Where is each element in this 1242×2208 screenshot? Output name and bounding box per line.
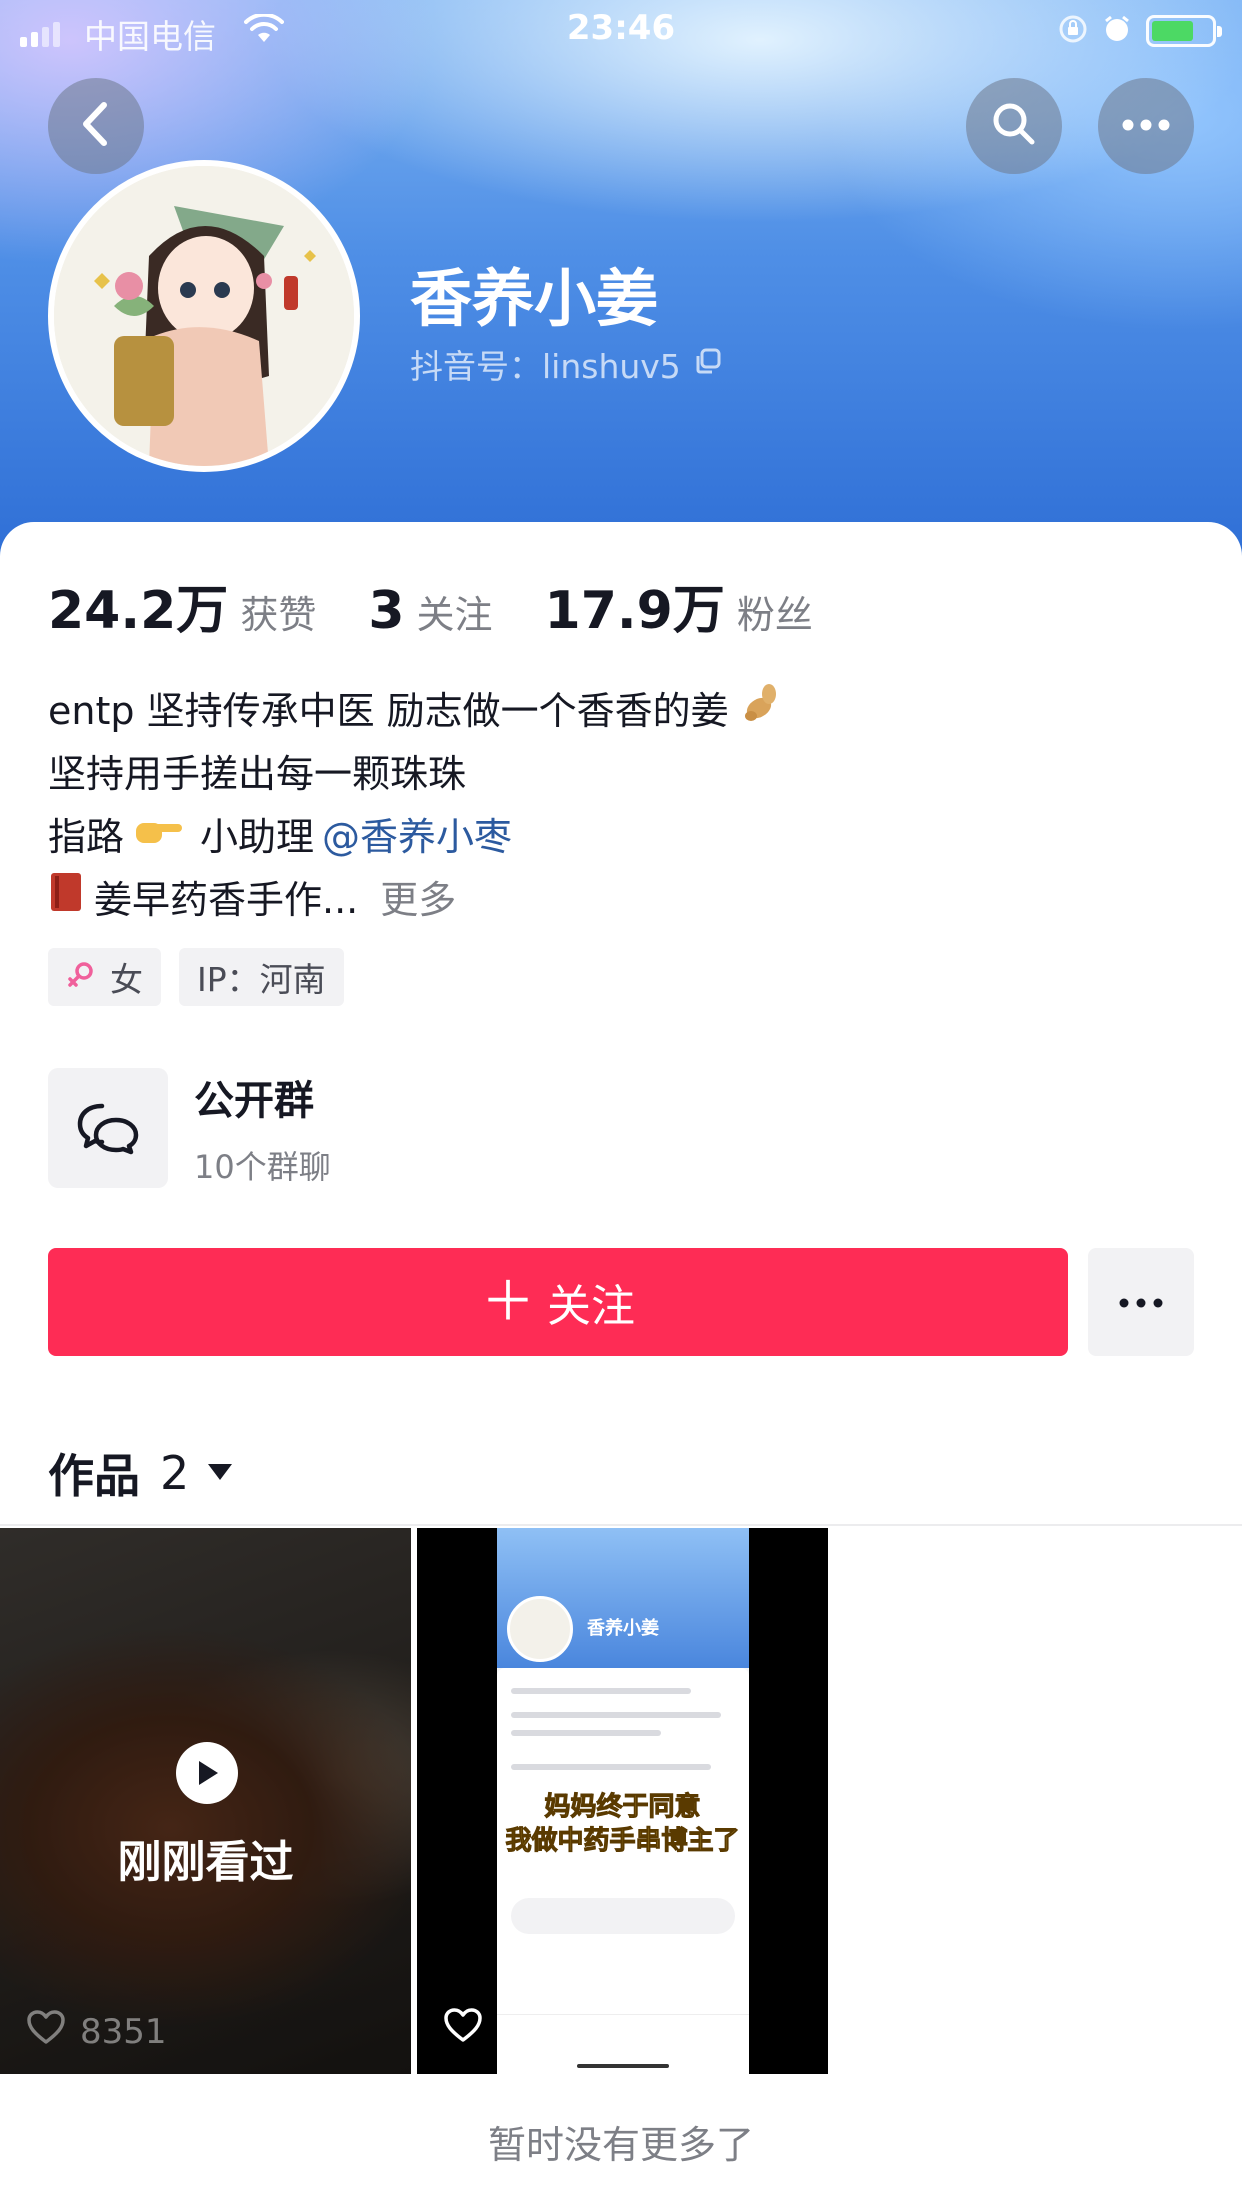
clock-time: 23:46	[566, 8, 676, 48]
stat-likes[interactable]: 24.2万 获赞	[48, 568, 316, 643]
mention-link[interactable]: @香养小枣	[322, 806, 512, 861]
back-button[interactable]	[48, 78, 144, 174]
gender-label: 女	[110, 960, 143, 999]
heart-icon	[443, 2007, 483, 2052]
bio-line: 姜早药香手作... 更多	[48, 865, 1188, 928]
divider	[0, 1524, 1242, 1526]
stat-label: 关注	[416, 593, 493, 637]
bio-text: 指路	[48, 815, 125, 859]
bio-line: 坚持用手搓出每一颗珠珠	[48, 739, 1188, 802]
caret-down-icon	[207, 1458, 233, 1488]
video-thumbnail[interactable]: 香养小姜 妈妈终于同意 我做中药手串博主了 23.4万	[417, 1528, 828, 2074]
gender-tag: 女	[48, 948, 161, 1006]
copy-icon[interactable]	[693, 345, 723, 384]
more-options-button[interactable]	[1098, 78, 1194, 174]
frame-profile-name: 香养小姜	[587, 1618, 659, 1639]
search-icon	[989, 99, 1039, 153]
stat-following[interactable]: 3 关注	[368, 581, 492, 641]
video-likes: 23.4万	[443, 2005, 607, 2054]
bio-text: entp 坚持传承中医 励志做一个香香的姜	[48, 689, 729, 733]
search-button[interactable]	[966, 78, 1062, 174]
more-dots-icon	[1119, 1293, 1163, 1312]
alarm-icon	[1102, 14, 1132, 48]
video-thumbnail[interactable]: 刚刚看过 8351	[0, 1528, 411, 2074]
bio-text: 小助理	[200, 815, 315, 859]
stat-followers[interactable]: 17.9万 粉丝	[545, 568, 813, 643]
public-group-entry[interactable]: 公开群 10个群聊	[48, 1068, 331, 1188]
bio-line: entp 坚持传承中医 励志做一个香香的姜	[48, 676, 1188, 739]
avatar[interactable]	[48, 160, 360, 472]
profile-header: 中国电信 23:46 香养小姜 抖音号：linshuv5	[0, 0, 1242, 560]
bio-line: 指路 小助理 @香养小枣	[48, 802, 1188, 865]
plus-icon: ＋	[481, 1270, 535, 1333]
stat-label: 粉丝	[736, 593, 813, 637]
ginger-icon	[739, 680, 785, 735]
battery-icon	[1146, 15, 1222, 47]
group-title: 公开群	[194, 1078, 314, 1124]
bio-more-link[interactable]: 更多	[380, 869, 456, 924]
heart-icon	[26, 2009, 66, 2054]
chat-bubbles-icon	[48, 1068, 168, 1188]
follow-label: 关注	[547, 1281, 635, 1332]
more-dots-icon	[1121, 117, 1171, 136]
profile-card: 24.2万 获赞 3 关注 17.9万 粉丝 entp 坚持传承中医 励志做一个…	[0, 522, 1242, 2208]
video-likes: 8351	[26, 2009, 167, 2054]
rotation-lock-icon	[1058, 14, 1088, 48]
bio-text: 坚持用手搓出每一颗珠珠	[48, 752, 467, 796]
bio-text: 姜早药香手作...	[94, 878, 359, 922]
chevron-left-icon	[76, 101, 116, 151]
stat-value: 17.9万	[544, 581, 725, 641]
play-icon	[176, 1742, 238, 1804]
stat-value: 24.2万	[48, 581, 229, 641]
douyin-id-text: 抖音号：linshuv5	[410, 347, 681, 386]
caption-line: 妈妈终于同意	[544, 1792, 701, 1823]
book-icon	[48, 871, 84, 922]
works-label: 作品	[48, 1449, 140, 1503]
stat-label: 获赞	[240, 593, 317, 637]
video-grid: 刚刚看过 8351 香养小姜 妈妈终于同意 我做中药手串博主了 23.4万	[0, 1528, 828, 2074]
ip-location-tag: IP：河南	[179, 948, 344, 1006]
likes-count: 23.4万	[497, 2013, 607, 2053]
status-bar: 中国电信 23:46	[0, 0, 1242, 62]
recently-viewed-label: 刚刚看过	[117, 1837, 294, 1888]
douyin-id[interactable]: 抖音号：linshuv5	[410, 340, 723, 388]
stat-value: 3	[368, 581, 405, 641]
profile-tags: 女 IP：河南	[48, 948, 344, 1006]
likes-count: 8351	[80, 2011, 167, 2052]
video-caption: 妈妈终于同意 我做中药手串博主了	[417, 1790, 828, 1858]
works-tab[interactable]: 作品 2	[48, 1440, 233, 1506]
no-more-content-text: 暂时没有更多了	[487, 2123, 754, 2167]
more-actions-button[interactable]	[1088, 1248, 1194, 1356]
female-icon	[66, 958, 96, 997]
profile-name: 香养小姜	[410, 262, 659, 335]
ip-label: IP：河南	[197, 960, 326, 999]
profile-bio[interactable]: entp 坚持传承中医 励志做一个香香的姜 坚持用手搓出每一颗珠珠 指路 小助理…	[48, 676, 1188, 928]
works-count: 2	[160, 1446, 190, 1500]
group-subtitle: 10个群聊	[194, 1148, 331, 1186]
follow-button[interactable]: ＋ 关注	[48, 1248, 1068, 1356]
pointing-hand-icon	[134, 812, 184, 856]
profile-stats: 24.2万 获赞 3 关注 17.9万 粉丝	[48, 568, 865, 643]
caption-line: 我做中药手串博主了	[505, 1826, 740, 1857]
